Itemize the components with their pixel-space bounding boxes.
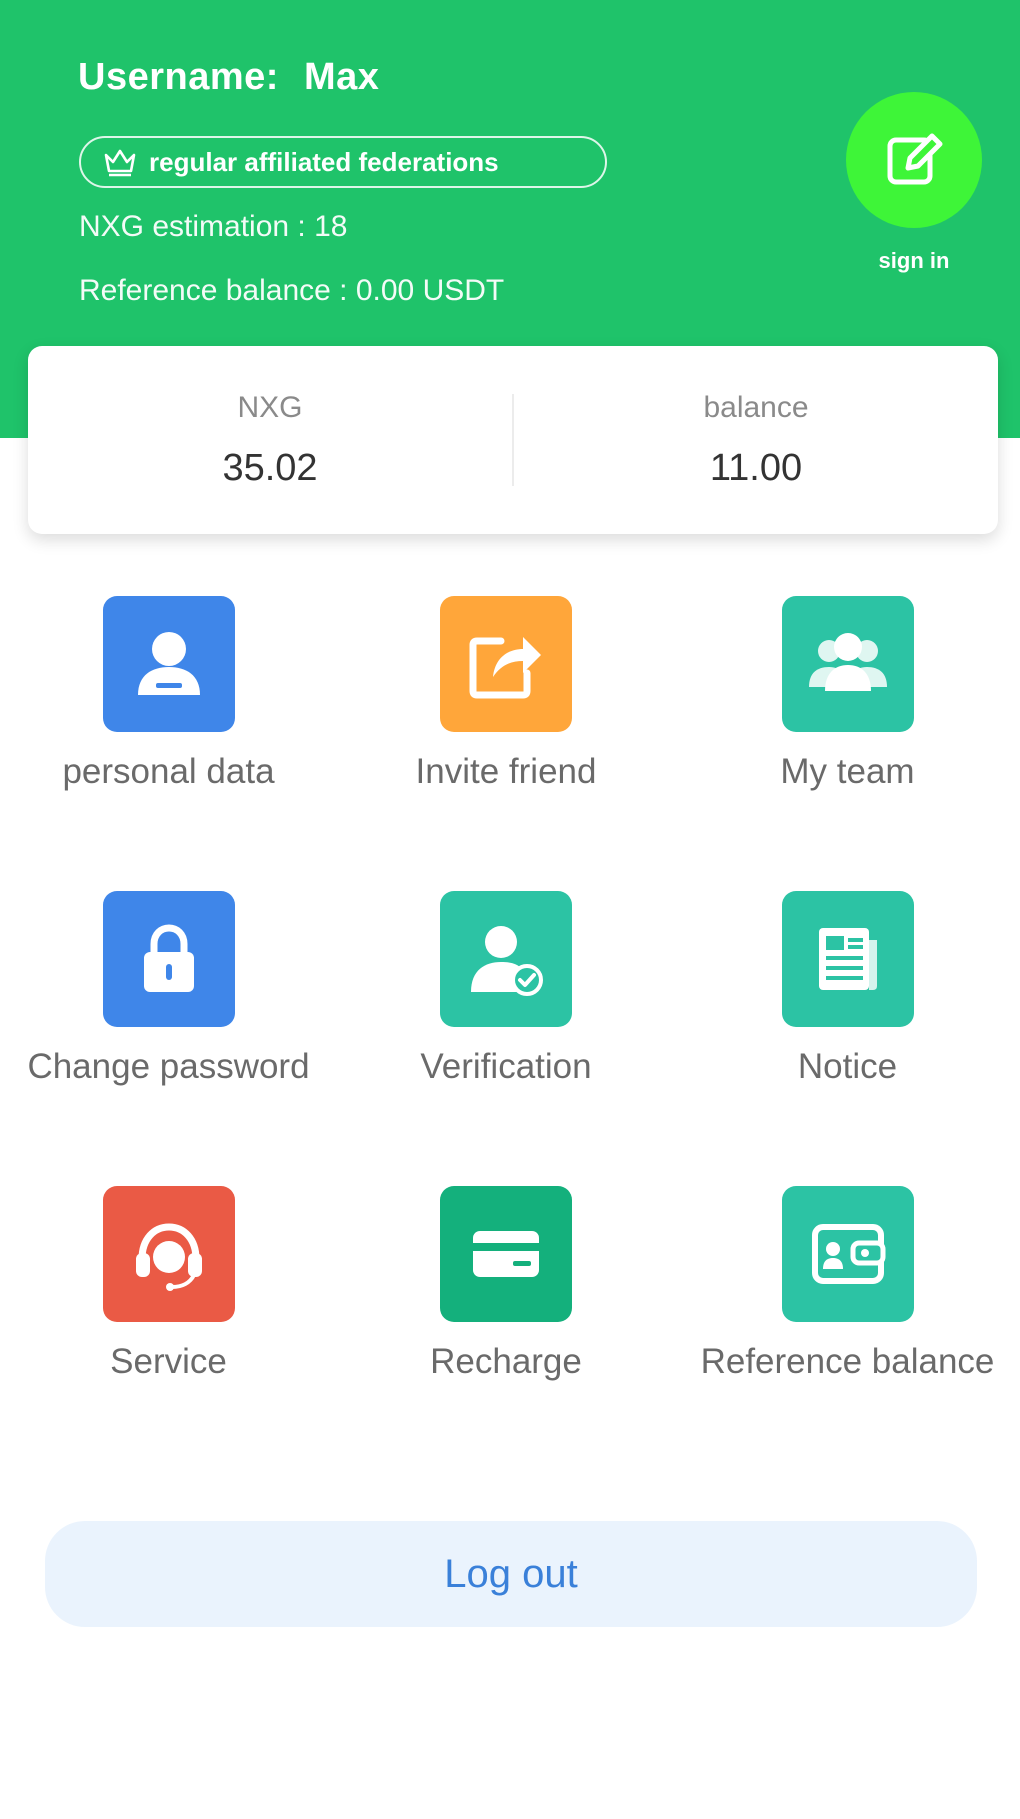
nxg-estimation: NXG estimation : 18 — [79, 210, 348, 243]
menu-tile-change-password — [102, 891, 235, 1027]
verified-user-icon — [471, 926, 543, 996]
menu-item-verification[interactable]: Verification — [337, 891, 675, 1186]
menu-item-my-team[interactable]: My team — [675, 596, 1020, 891]
nxg-balance-value: 35.02 — [222, 446, 318, 489]
menu-tile-recharge — [440, 1186, 572, 1322]
level-badge-text: regular affiliated federations — [149, 146, 499, 177]
username-value: Max — [303, 56, 380, 98]
menu-label: Change password — [27, 1047, 310, 1086]
menu-label: Verification — [420, 1047, 592, 1086]
menu-label: My team — [780, 752, 915, 791]
headset-icon — [135, 1223, 202, 1291]
menu-item-reference-balance[interactable]: Reference balance — [675, 1186, 1020, 1481]
menu-item-service[interactable]: Service — [0, 1186, 337, 1481]
lock-icon — [143, 924, 194, 992]
menu-label: Invite friend — [415, 752, 597, 791]
wallet-balance-value: 11.00 — [709, 446, 803, 489]
wallet-balance-label: balance — [703, 390, 809, 424]
menu-tile-notice — [781, 891, 914, 1027]
menu-tile-service — [102, 1186, 235, 1322]
logout-button[interactable]: Log out — [45, 1521, 977, 1627]
menu-label: Notice — [797, 1047, 898, 1086]
menu-tile-my-team — [781, 596, 914, 732]
menu-label: Reference balance — [700, 1342, 995, 1381]
menu-grid: personal data Invite friend My team Chan… — [0, 596, 1020, 1481]
share-icon — [469, 637, 541, 699]
menu-item-invite-friend[interactable]: Invite friend — [337, 596, 675, 891]
card-icon — [473, 1231, 539, 1277]
reference-balance-info: Reference balance : 0.00 USDT — [79, 274, 505, 307]
edit-icon — [887, 133, 943, 185]
user-icon — [137, 632, 200, 695]
menu-item-recharge[interactable]: Recharge — [337, 1186, 675, 1481]
sign-in-button[interactable] — [846, 92, 982, 228]
menu-tile-reference-balance — [781, 1186, 914, 1322]
menu-label: Service — [110, 1342, 227, 1381]
menu-item-personal-data[interactable]: personal data — [0, 596, 337, 891]
wallet-icon — [811, 1224, 885, 1284]
level-badge: regular affiliated federations — [79, 136, 607, 188]
crown-icon — [104, 149, 136, 177]
sign-in-label: sign in — [878, 248, 950, 273]
menu-item-change-password[interactable]: Change password — [0, 891, 337, 1186]
menu-label: Recharge — [430, 1342, 582, 1381]
username-label: Username: — [78, 56, 279, 98]
menu-label: personal data — [62, 752, 275, 791]
wallet-balance[interactable]: balance 11.00 — [514, 346, 998, 534]
menu-tile-personal-data — [102, 596, 235, 732]
username: Username: Max — [78, 56, 379, 99]
menu-tile-verification — [440, 891, 572, 1027]
balance-card: NXG 35.02 balance 11.00 — [28, 346, 998, 534]
nxg-balance-label: NXG — [237, 390, 303, 424]
team-icon — [808, 633, 887, 691]
menu-tile-invite-friend — [440, 596, 572, 732]
notice-icon — [818, 928, 877, 990]
nxg-balance[interactable]: NXG 35.02 — [28, 346, 512, 534]
profile-page: Username: Max regular affiliated federat… — [0, 0, 1020, 1819]
menu-item-notice[interactable]: Notice — [675, 891, 1020, 1186]
